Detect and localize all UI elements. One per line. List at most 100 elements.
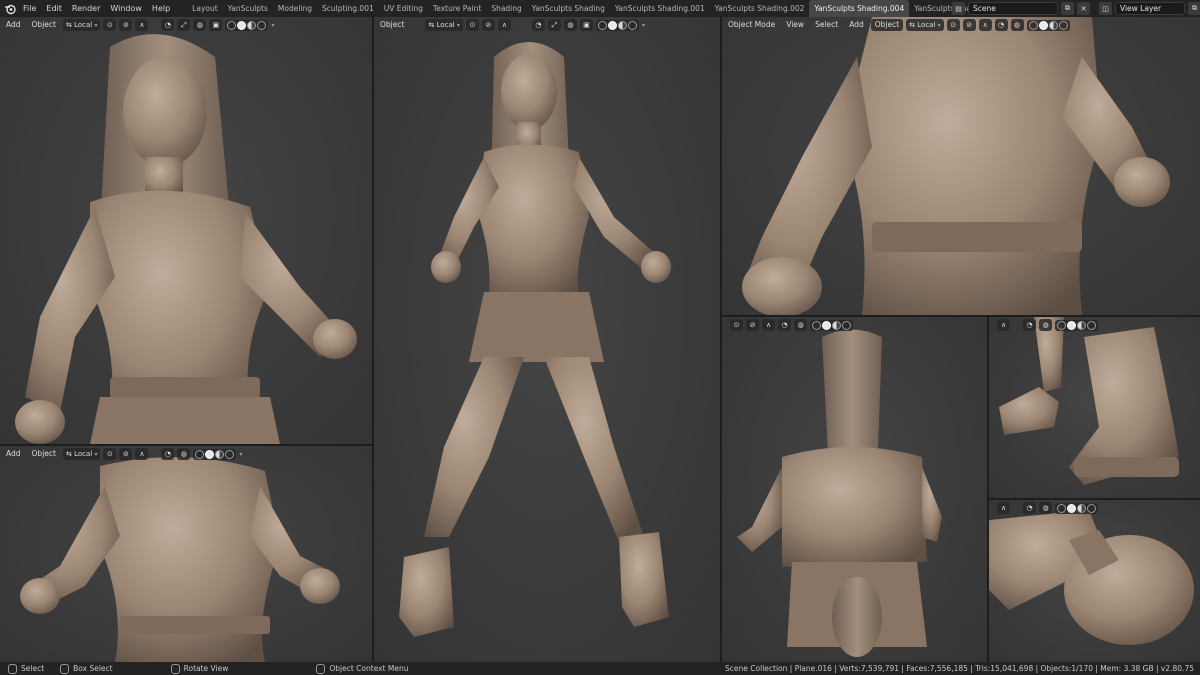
rendered-shading-icon[interactable]: [257, 20, 267, 30]
visibility-icon[interactable]: ◔: [994, 19, 1008, 31]
overlay-icon[interactable]: ◍: [177, 448, 191, 460]
shading-modes[interactable]: [1055, 502, 1098, 514]
snap-icon[interactable]: ⊘: [481, 19, 495, 31]
wireframe-shading-icon[interactable]: [812, 320, 821, 330]
proportional-edit-icon[interactable]: ∧: [135, 19, 149, 31]
workspace-tab[interactable]: Sculpting.001: [317, 0, 379, 17]
snap-icon[interactable]: ⊘: [746, 319, 759, 331]
pivot-icon[interactable]: ⊙: [946, 19, 960, 31]
proportional-edit-icon[interactable]: ∧: [978, 19, 992, 31]
shading-modes[interactable]: [595, 19, 639, 31]
rendered-shading-icon[interactable]: [627, 20, 637, 30]
solid-shading-icon[interactable]: [1038, 20, 1048, 30]
object-menu[interactable]: Object: [376, 19, 408, 31]
visibility-icon[interactable]: ◔: [531, 19, 545, 31]
solid-shading-icon[interactable]: [205, 449, 215, 459]
workspace-tab[interactable]: Modeling: [273, 0, 317, 17]
material-shading-icon[interactable]: [1048, 20, 1058, 30]
material-shading-icon[interactable]: [1077, 503, 1086, 513]
wireframe-shading-icon[interactable]: [597, 20, 607, 30]
pivot-icon[interactable]: ⊙: [103, 19, 117, 31]
overlay-icon[interactable]: ◍: [1039, 319, 1052, 331]
shading-dropdown-icon[interactable]: ▾: [271, 22, 274, 29]
menu-file[interactable]: File: [18, 0, 41, 17]
workspace-tab[interactable]: Layout: [187, 0, 223, 17]
view-menu[interactable]: View: [782, 19, 808, 31]
wireframe-shading-icon[interactable]: [1057, 503, 1066, 513]
material-shading-icon[interactable]: [1077, 320, 1086, 330]
overlay-icon[interactable]: ◍: [1010, 19, 1024, 31]
viewport-boots[interactable]: ∧ ◔ ◍: [989, 317, 1200, 498]
rendered-shading-icon[interactable]: [1058, 20, 1068, 30]
visibility-icon[interactable]: ◔: [161, 448, 175, 460]
visibility-icon[interactable]: ◔: [1023, 502, 1036, 514]
wireframe-shading-icon[interactable]: [1028, 20, 1038, 30]
blender-logo-icon[interactable]: [2, 2, 18, 16]
shading-modes[interactable]: [1055, 319, 1098, 331]
workspace-tab[interactable]: YanSculpts Shading.001: [610, 0, 710, 17]
pivot-icon[interactable]: ⊙: [103, 448, 117, 460]
snap-icon[interactable]: ⊘: [119, 19, 133, 31]
scene-new-icon[interactable]: ⧉: [1061, 2, 1074, 15]
material-shading-icon[interactable]: [617, 20, 627, 30]
pivot-icon[interactable]: ⊙: [465, 19, 479, 31]
add-menu[interactable]: Add: [2, 19, 25, 31]
gizmo-icon[interactable]: ⤢: [547, 19, 561, 31]
proportional-edit-icon[interactable]: ∧: [135, 448, 149, 460]
workspace-tab[interactable]: YanSculpts Shading: [527, 0, 610, 17]
scene-close-icon[interactable]: ✕: [1077, 2, 1090, 15]
shading-modes[interactable]: [1026, 19, 1070, 31]
add-menu[interactable]: Add: [2, 448, 25, 460]
solid-shading-icon[interactable]: [237, 20, 247, 30]
visibility-icon[interactable]: ◔: [1023, 319, 1036, 331]
select-menu[interactable]: Select: [811, 19, 842, 31]
workspace-tab[interactable]: Texture Paint: [428, 0, 486, 17]
workspace-tab[interactable]: YanSculpts Shading.002: [710, 0, 810, 17]
viewport-center[interactable]: Object ⇆ Local ▾ ⊙ ⊘ ∧ ◔ ⤢ ◍ ▣ ▾: [374, 17, 720, 662]
transform-orientation-icon[interactable]: ⇆ Local ▾: [62, 19, 101, 31]
solid-shading-icon[interactable]: [1067, 503, 1076, 513]
scene-icon[interactable]: ▤: [952, 2, 965, 15]
object-menu[interactable]: Object: [28, 448, 60, 460]
menu-help[interactable]: Help: [147, 0, 175, 17]
shading-modes[interactable]: [810, 319, 853, 331]
overlay-icon[interactable]: ◍: [563, 19, 577, 31]
rendered-shading-icon[interactable]: [1087, 320, 1096, 330]
shading-dropdown-icon[interactable]: ▾: [642, 22, 645, 29]
snap-icon[interactable]: ⊘: [962, 19, 976, 31]
wireframe-shading-icon[interactable]: [1057, 320, 1066, 330]
mode-menu[interactable]: Object Mode: [724, 19, 779, 31]
scene-name-field[interactable]: Scene: [968, 2, 1058, 15]
view-layer-new-icon[interactable]: ⧉: [1188, 2, 1200, 15]
viewport-bottom-left[interactable]: Add Object ⇆ Local ▾ ⊙ ⊘ ∧ ◔ ◍ ▾: [0, 446, 372, 662]
workspace-tab[interactable]: UV Editing: [379, 0, 428, 17]
viewport-top-right[interactable]: Object Mode View Select Add Object ⇆ Loc…: [722, 17, 1200, 315]
overlay-icon[interactable]: ◍: [794, 319, 807, 331]
overlay-icon[interactable]: ◍: [1039, 502, 1052, 514]
menu-render[interactable]: Render: [67, 0, 105, 17]
material-shading-icon[interactable]: [832, 320, 841, 330]
viewport-top-left[interactable]: Add Object ⇆ Local ▾ ⊙ ⊘ ∧ ◔ ⤢ ◍ ▣ ▾: [0, 17, 372, 444]
rendered-shading-icon[interactable]: [842, 320, 851, 330]
material-shading-icon[interactable]: [247, 20, 257, 30]
viewport-fist[interactable]: ∧ ◔ ◍: [989, 500, 1200, 662]
wireframe-shading-icon[interactable]: [227, 20, 237, 30]
material-shading-icon[interactable]: [215, 449, 225, 459]
workspace-tab[interactable]: YanSculpts: [223, 0, 273, 17]
visibility-icon[interactable]: ◔: [778, 319, 791, 331]
solid-shading-icon[interactable]: [1067, 320, 1076, 330]
proportional-edit-icon[interactable]: ∧: [497, 19, 511, 31]
object-menu[interactable]: Object: [28, 19, 60, 31]
object-menu[interactable]: Object: [870, 19, 904, 31]
xray-icon[interactable]: ▣: [579, 19, 593, 31]
view-layer-icon[interactable]: ◫: [1099, 2, 1112, 15]
proportional-edit-icon[interactable]: ∧: [997, 319, 1010, 331]
snap-icon[interactable]: ⊘: [119, 448, 133, 460]
rendered-shading-icon[interactable]: [225, 449, 235, 459]
overlay-icon[interactable]: ◍: [193, 19, 207, 31]
proportional-edit-icon[interactable]: ∧: [997, 502, 1010, 514]
solid-shading-icon[interactable]: [822, 320, 831, 330]
menu-edit[interactable]: Edit: [41, 0, 67, 17]
add-menu[interactable]: Add: [845, 19, 868, 31]
gizmo-icon[interactable]: ⤢: [177, 19, 191, 31]
